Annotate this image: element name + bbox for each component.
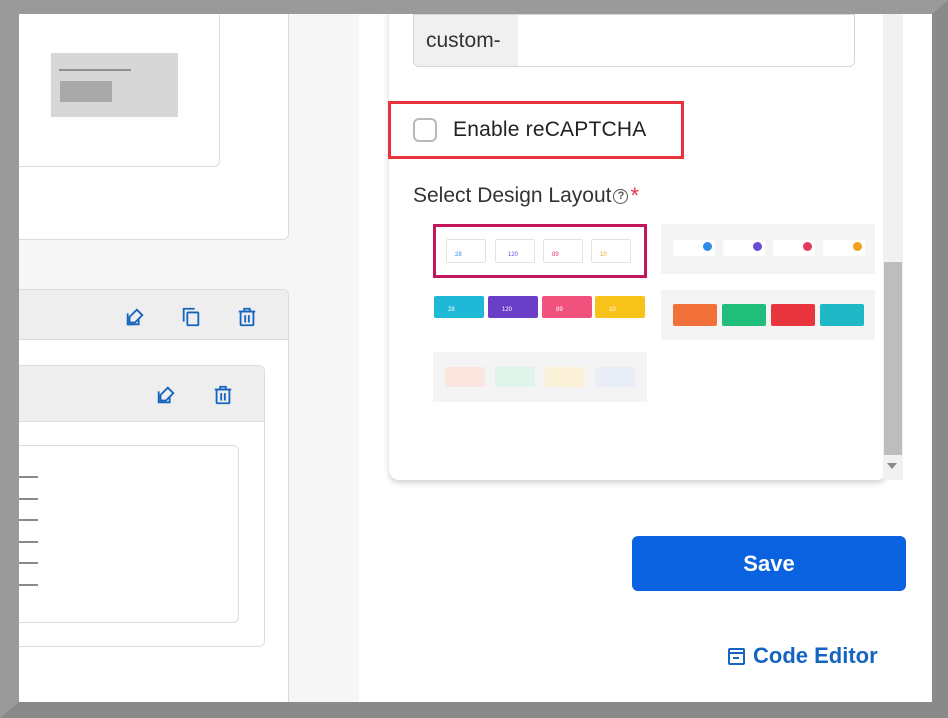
stat-value: 28 xyxy=(448,307,455,313)
stat-dot xyxy=(753,242,762,251)
design-layout-heading: Select Design Layout ? * xyxy=(413,183,639,209)
css-prefix-input[interactable] xyxy=(518,15,854,66)
layout-option-3[interactable]: 28 120 89 10 xyxy=(433,292,647,324)
thumbnail-line xyxy=(59,69,131,71)
stat-card xyxy=(722,304,766,326)
stat-value: 10 xyxy=(600,252,607,258)
stat-card: 89 xyxy=(543,239,583,263)
recaptcha-checkbox[interactable] xyxy=(413,118,437,142)
stat-card: 28 xyxy=(434,296,484,318)
stat-card xyxy=(595,367,635,387)
copy-icon[interactable] xyxy=(178,304,204,330)
menu-line xyxy=(19,498,38,500)
edit-icon[interactable] xyxy=(122,304,148,330)
menu-line xyxy=(19,541,38,543)
stat-card xyxy=(673,304,717,326)
element-thumbnail xyxy=(51,53,178,117)
code-editor-label: Code Editor xyxy=(753,643,878,668)
stat-card xyxy=(495,367,535,387)
stat-dot xyxy=(703,242,712,251)
stat-card xyxy=(820,304,864,326)
code-editor-icon xyxy=(728,647,745,665)
settings-panel: custom- Enable reCAPTCHA Select Design L… xyxy=(336,14,932,702)
menu-line xyxy=(19,562,38,564)
page-content: custom- Enable reCAPTCHA Select Design L… xyxy=(19,14,932,702)
menu-line xyxy=(19,519,38,521)
thumbnail-block xyxy=(60,81,112,102)
widget-card xyxy=(19,445,239,623)
stat-dot xyxy=(853,242,862,251)
stat-value: 120 xyxy=(508,252,519,258)
element-card-outer xyxy=(19,14,289,240)
stat-card: 120 xyxy=(488,296,538,318)
save-button[interactable]: Save xyxy=(632,536,906,591)
stat-value: 89 xyxy=(556,307,563,313)
stat-card: 89 xyxy=(542,296,592,318)
layout-option-5[interactable] xyxy=(433,352,647,402)
recaptcha-option[interactable]: Enable reCAPTCHA xyxy=(413,118,646,142)
menu-line xyxy=(19,476,38,478)
stat-card: 10 xyxy=(591,239,631,263)
stat-value: 120 xyxy=(502,307,513,313)
stat-dot xyxy=(803,242,812,251)
edit-icon[interactable] xyxy=(153,382,179,408)
scroll-down-arrow-icon[interactable] xyxy=(887,463,897,469)
help-icon[interactable]: ? xyxy=(613,188,629,204)
trash-icon[interactable] xyxy=(210,382,236,408)
scrollbar-thumb[interactable] xyxy=(884,262,902,455)
stat-card: 28 xyxy=(446,239,486,263)
layout-option-4[interactable] xyxy=(661,290,875,340)
css-prefix-input-group: custom- xyxy=(413,14,855,67)
stat-card xyxy=(545,367,585,387)
stat-card xyxy=(771,304,815,326)
layout-option-1[interactable]: 28 120 89 10 xyxy=(433,224,647,278)
prefix-addon: custom- xyxy=(414,15,518,66)
builder-canvas xyxy=(19,14,336,702)
menu-line xyxy=(19,584,38,586)
stat-card xyxy=(445,367,485,387)
required-asterisk: * xyxy=(630,183,640,208)
code-editor-link[interactable]: Code Editor xyxy=(728,643,878,669)
stat-value: 10 xyxy=(609,307,616,313)
layout-option-2[interactable] xyxy=(661,224,875,274)
trash-icon[interactable] xyxy=(234,304,260,330)
stat-value: 89 xyxy=(552,252,559,258)
stat-card: 120 xyxy=(495,239,535,263)
recaptcha-label: Enable reCAPTCHA xyxy=(453,118,647,141)
stat-value: 28 xyxy=(455,252,462,258)
design-layout-label: Select Design Layout xyxy=(413,184,612,207)
stat-card: 10 xyxy=(595,296,645,318)
